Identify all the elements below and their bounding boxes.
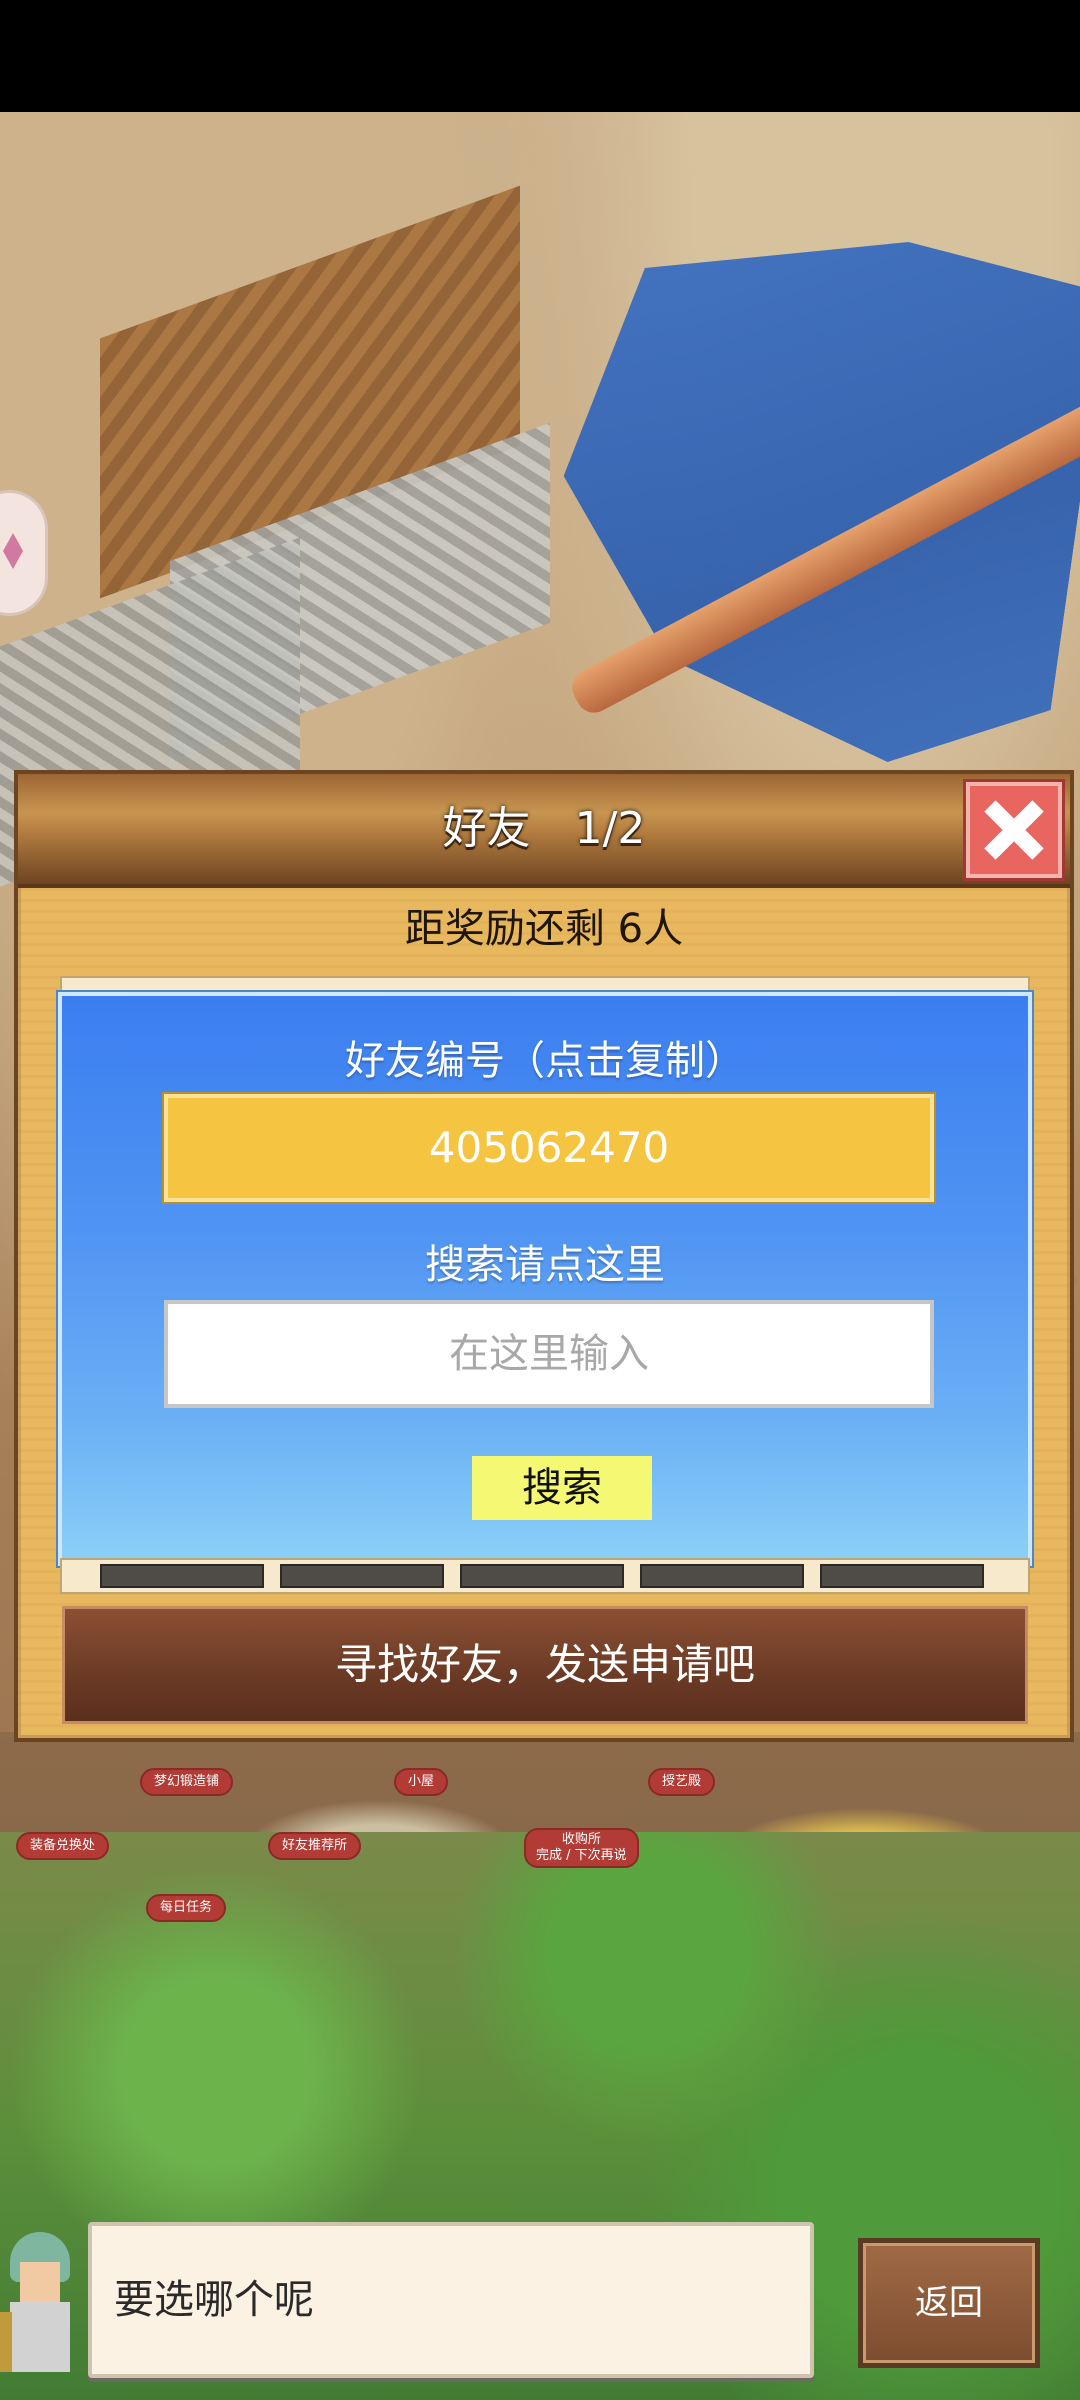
avatar-body	[10, 2302, 70, 2372]
map-label-subtext: 完成 / 下次再说	[536, 1848, 627, 1863]
friend-slot[interactable]	[460, 1564, 624, 1588]
map-label-hut[interactable]: 小屋	[394, 1768, 449, 1796]
close-icon	[970, 786, 1058, 874]
back-button[interactable]: 返回	[858, 2238, 1040, 2368]
find-friends-button[interactable]: 寻找好友，发送申请吧	[62, 1606, 1028, 1724]
map-label-text: 小屋	[408, 1774, 435, 1789]
friend-id-panel: 好友编号（点击复制） 405062470 搜索请点这里 搜索	[58, 992, 1032, 1566]
status-bar	[0, 0, 1080, 112]
friend-id-copy-box[interactable]: 405062470	[164, 1094, 934, 1202]
map-label-arts-hall[interactable]: 授艺殿	[648, 1768, 716, 1796]
map-label-friend-referral[interactable]: 好友推荐所	[268, 1832, 362, 1860]
search-input[interactable]	[164, 1300, 934, 1408]
map-label-text: 收购所	[561, 1832, 601, 1847]
character-avatar	[0, 2222, 86, 2382]
friend-dialog: 好友 1/2 距奖励还剩 6人 好友编号（点击复制） 405062470 搜索请…	[14, 770, 1074, 1742]
map-label-equipment-exchange[interactable]: 装备兑换处	[16, 1832, 110, 1860]
map-label-text: 梦幻锻造铺	[154, 1774, 220, 1789]
map-label-text: 每日任务	[160, 1900, 213, 1915]
avatar-sword	[0, 2312, 12, 2372]
friend-slot[interactable]	[820, 1564, 984, 1588]
map-label-daily-quest[interactable]: 每日任务	[146, 1894, 227, 1922]
friend-slots-bottom	[60, 1558, 1030, 1594]
friend-slot[interactable]	[100, 1564, 264, 1588]
star-icon	[3, 533, 23, 569]
close-button[interactable]	[966, 782, 1062, 878]
map-label-text: 授艺殿	[662, 1774, 702, 1789]
side-badge[interactable]	[0, 490, 48, 616]
friend-slot[interactable]	[640, 1564, 804, 1588]
search-button[interactable]: 搜索	[472, 1456, 652, 1520]
search-label: 搜索请点这里	[425, 1242, 665, 1288]
map-label-purchase-station[interactable]: 收购所 完成 / 下次再说	[524, 1828, 639, 1868]
dialog-title: 好友 1/2	[442, 803, 646, 854]
friend-slot[interactable]	[280, 1564, 444, 1588]
reward-remaining-text: 距奖励还剩 6人	[404, 906, 684, 952]
map-label-text: 装备兑换处	[30, 1838, 96, 1853]
map-label-dream-forge[interactable]: 梦幻锻造铺	[140, 1768, 234, 1796]
message-box: 要选哪个呢	[88, 2222, 814, 2378]
avatar-face	[20, 2262, 60, 2302]
friend-id-label: 好友编号（点击复制）	[345, 1038, 745, 1084]
message-text: 要选哪个呢	[114, 2277, 314, 2323]
map-label-text: 好友推荐所	[282, 1838, 348, 1853]
